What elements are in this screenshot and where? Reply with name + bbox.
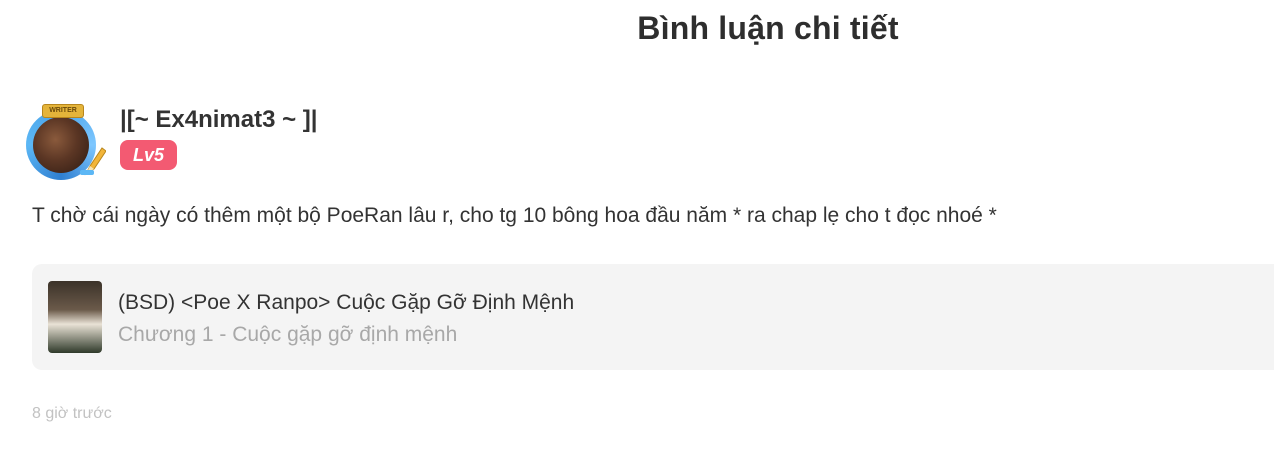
page-title: Bình luận chi tiết xyxy=(637,10,899,46)
level-badge: Lv5 xyxy=(120,140,178,170)
story-card[interactable]: (BSD) <Poe X Ranpo> Cuộc Gặp Gỡ Định Mện… xyxy=(32,264,1274,370)
story-chapter: Chương 1 - Cuộc gặp gỡ định mệnh xyxy=(118,323,458,346)
avatar[interactable]: WRITER xyxy=(24,104,106,184)
comment-header: WRITER |[~ Ex4nimat3 ~ ]| Lv5 xyxy=(24,104,318,184)
pen-icon xyxy=(80,147,106,176)
comment-text: T chờ cái ngày có thêm một bộ PoeRan lâu… xyxy=(32,204,997,227)
timestamp: 8 giờ trước xyxy=(32,405,112,422)
story-title: (BSD) <Poe X Ranpo> Cuộc Gặp Gỡ Định Mện… xyxy=(118,291,575,314)
story-cover-image xyxy=(48,281,102,353)
user-info: |[~ Ex4nimat3 ~ ]| Lv5 xyxy=(120,104,318,170)
username[interactable]: |[~ Ex4nimat3 ~ ]| xyxy=(120,104,318,136)
comment-detail-page: Bình luận chi tiết WRITER |[~ Ex4nimat3 … xyxy=(0,0,1274,454)
avatar-badge: WRITER xyxy=(42,104,84,118)
